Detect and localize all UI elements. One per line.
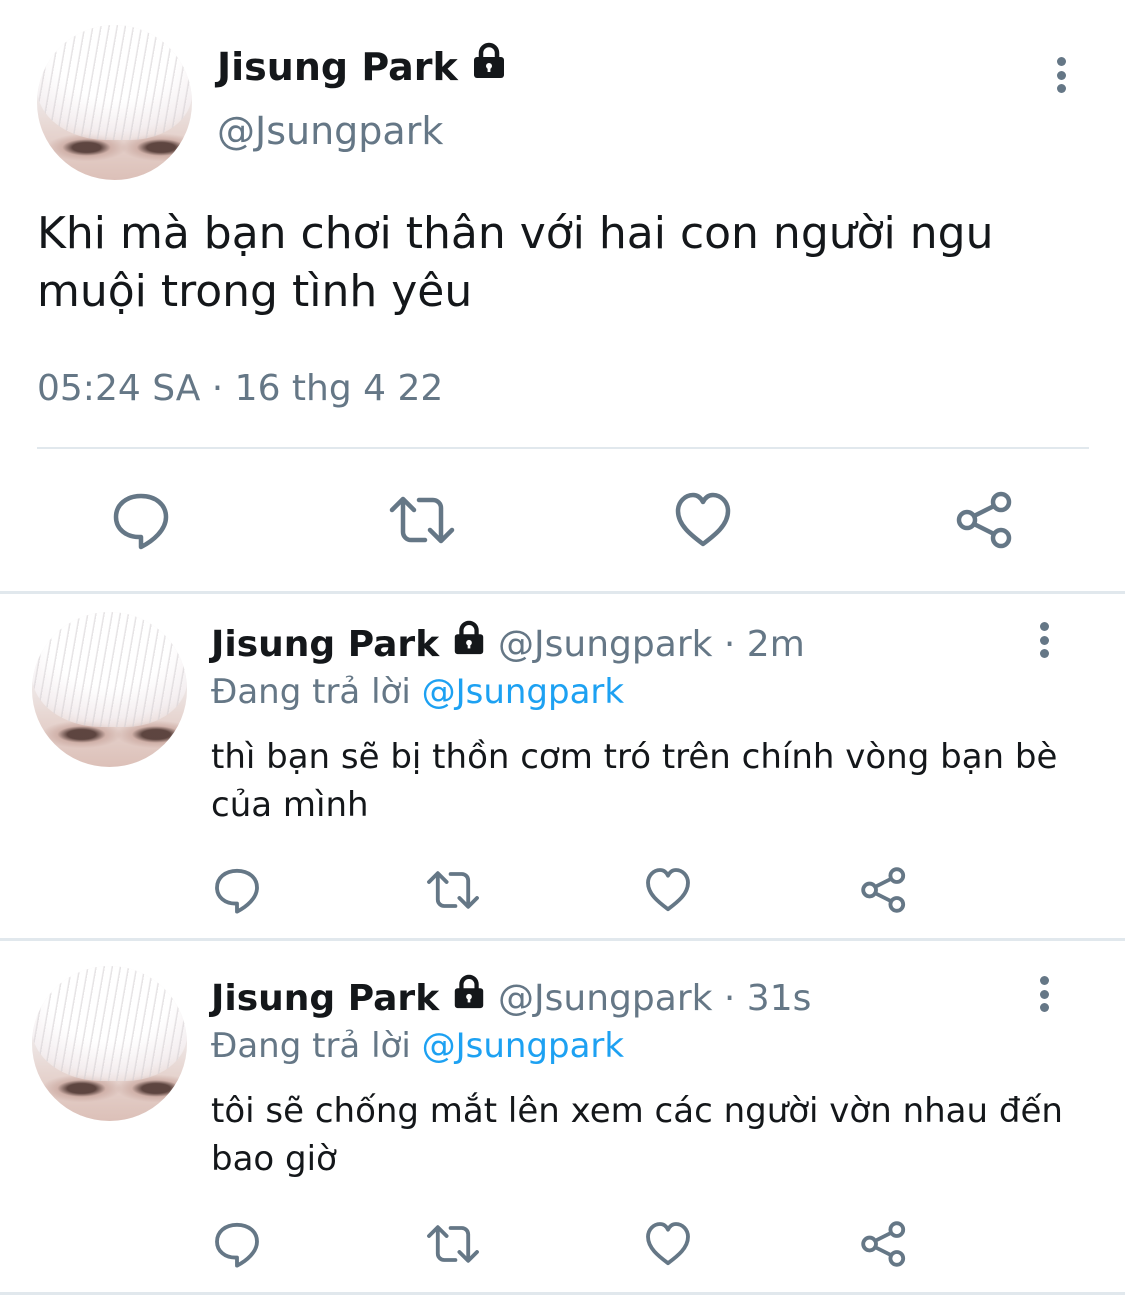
handle-time[interactable]: @Jsungpark · 2m [498,624,805,665]
replying-to: Đang trả lời @Jsungpark [211,672,625,712]
avatar[interactable] [32,612,187,767]
replying-to: Đang trả lời @Jsungpark [211,1026,625,1066]
more-options-icon[interactable] [1055,57,1067,93]
mention-link[interactable]: @Jsungpark [422,1026,625,1066]
reply-icon [215,868,259,914]
retweet-icon [389,496,455,544]
lock-icon [454,974,483,1009]
retweet-button[interactable] [387,490,457,550]
reply-text: thì bạn sẽ bị thồn cơm tró trên chính vò… [211,737,1058,825]
display-name[interactable]: Jisung Park [217,42,507,90]
share-icon [861,1221,906,1267]
tweet-timestamp[interactable]: 05:24 SA · 16 thg 4 22 [37,368,443,409]
avatar[interactable] [32,966,187,1121]
share-button[interactable] [954,490,1016,550]
reply-text: tôi sẽ chống mắt lên xem các người vờn n… [211,1091,1063,1179]
display-name[interactable]: Jisung Park [211,978,439,1019]
reply-button[interactable] [111,490,171,550]
like-icon [646,1222,690,1266]
lock-icon [454,620,483,655]
retweet-icon [427,871,479,909]
reply-header: Jisung Park @Jsungpark · 31s [211,974,811,1021]
mention-link[interactable]: @Jsungpark [422,672,625,712]
like-button[interactable] [673,490,733,550]
handle-time[interactable]: @Jsungpark · 31s [498,978,811,1019]
retweet-icon [427,1225,479,1263]
more-options-icon[interactable] [1038,976,1050,1012]
divider [37,447,1089,449]
section-divider [0,1292,1125,1295]
reply-button[interactable] [213,1220,261,1268]
share-button[interactable] [859,1220,909,1268]
handle[interactable]: @Jsungpark [217,108,443,154]
retweet-button[interactable] [425,1220,481,1268]
share-icon [956,491,1012,549]
reply-button[interactable] [213,866,261,914]
like-button[interactable] [644,866,692,914]
more-options-icon[interactable] [1038,622,1050,658]
tweet-text: Khi mà bạn chơi thân với hai con người n… [37,208,994,317]
like-button[interactable] [644,1220,692,1268]
retweet-button[interactable] [425,866,481,914]
reply-header: Jisung Park @Jsungpark · 2m [211,620,805,667]
share-icon [861,867,906,913]
lock-icon [474,42,505,78]
section-divider [0,938,1125,941]
like-icon [675,492,731,547]
display-name[interactable]: Jisung Park [211,624,439,665]
like-icon [646,868,690,912]
avatar[interactable] [37,25,192,180]
section-divider [0,591,1125,594]
reply-icon [215,1222,259,1268]
share-button[interactable] [859,866,909,914]
reply-icon [113,493,169,550]
